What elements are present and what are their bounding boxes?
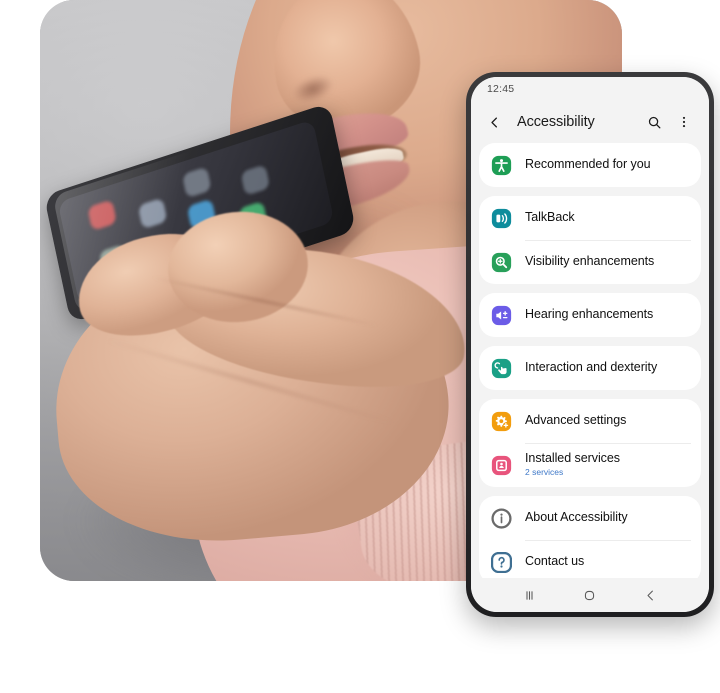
settings-group: Interaction and dexterity — [479, 346, 701, 390]
magnifier-icon — [489, 250, 513, 274]
list-item-label: About Accessibility — [525, 510, 628, 525]
list-item-sublabel: 2 services — [525, 467, 564, 478]
list-item-label: Advanced settings — [525, 413, 627, 428]
settings-list[interactable]: Recommended for you TalkBack Visibility … — [471, 143, 709, 578]
volume-icon — [489, 303, 513, 327]
list-item-text: Hearing enhancements — [525, 307, 653, 323]
list-item-text: Recommended for you — [525, 157, 651, 173]
back-button[interactable] — [481, 109, 507, 135]
list-item-text: Contact us — [525, 554, 584, 570]
info-icon — [489, 506, 513, 530]
list-item-contact-us[interactable]: Contact us — [479, 540, 701, 578]
list-item-recommended-for-you[interactable]: Recommended for you — [479, 143, 701, 187]
settings-group: Hearing enhancements — [479, 293, 701, 337]
list-item-label: Hearing enhancements — [525, 307, 654, 322]
list-item-label: Visibility enhancements — [525, 254, 655, 269]
page-title: Accessibility — [517, 114, 595, 130]
phone-mockup: 12:45 Accessibility Recommended for you … — [466, 72, 714, 617]
gear-plus-icon — [489, 409, 513, 433]
list-item-label: Contact us — [525, 554, 585, 569]
list-item-text: TalkBack — [525, 210, 575, 226]
list-item-text: Advanced settings — [525, 413, 626, 429]
list-item-about-accessibility[interactable]: About Accessibility — [479, 496, 701, 540]
list-item-text: Interaction and dexterity — [525, 360, 657, 376]
status-bar: 12:45 — [471, 77, 709, 101]
list-item-text: Visibility enhancements — [525, 254, 654, 270]
accessibility-person-icon — [489, 153, 513, 177]
settings-group: Recommended for you — [479, 143, 701, 187]
list-item-hearing-enhancements[interactable]: Hearing enhancements — [479, 293, 701, 337]
list-item-talkback[interactable]: TalkBack — [479, 196, 701, 240]
settings-group: TalkBack Visibility enhancements — [479, 196, 701, 284]
installed-services-icon — [489, 453, 513, 477]
list-item-text: Installed services 2 services — [525, 451, 620, 480]
app-bar: Accessibility — [471, 101, 709, 143]
nav-back-icon[interactable] — [643, 588, 658, 603]
question-icon — [489, 550, 513, 574]
list-item-advanced-settings[interactable]: Advanced settings — [479, 399, 701, 443]
list-item-label: Interaction and dexterity — [525, 360, 658, 375]
list-item-installed-services[interactable]: Installed services 2 services — [479, 443, 701, 487]
status-bar-time: 12:45 — [487, 83, 515, 95]
phone-screen: 12:45 Accessibility Recommended for you … — [471, 77, 709, 612]
list-item-visibility-enhancements[interactable]: Visibility enhancements — [479, 240, 701, 284]
settings-group: About Accessibility Contact us — [479, 496, 701, 578]
navigation-bar — [471, 578, 709, 612]
settings-group: Advanced settings Installed services 2 s… — [479, 399, 701, 487]
talkback-speaker-icon — [489, 206, 513, 230]
list-item-label: TalkBack — [525, 210, 575, 225]
list-item-text: About Accessibility — [525, 510, 628, 526]
list-item-interaction-and-dexterity[interactable]: Interaction and dexterity — [479, 346, 701, 390]
recents-icon[interactable] — [522, 588, 537, 603]
hand-touch-icon — [489, 356, 513, 380]
list-item-label: Installed services — [525, 450, 620, 465]
list-item-label: Recommended for you — [525, 157, 651, 172]
home-circle-icon[interactable] — [582, 588, 597, 603]
more-options-button[interactable] — [671, 109, 697, 135]
search-button[interactable] — [641, 109, 667, 135]
